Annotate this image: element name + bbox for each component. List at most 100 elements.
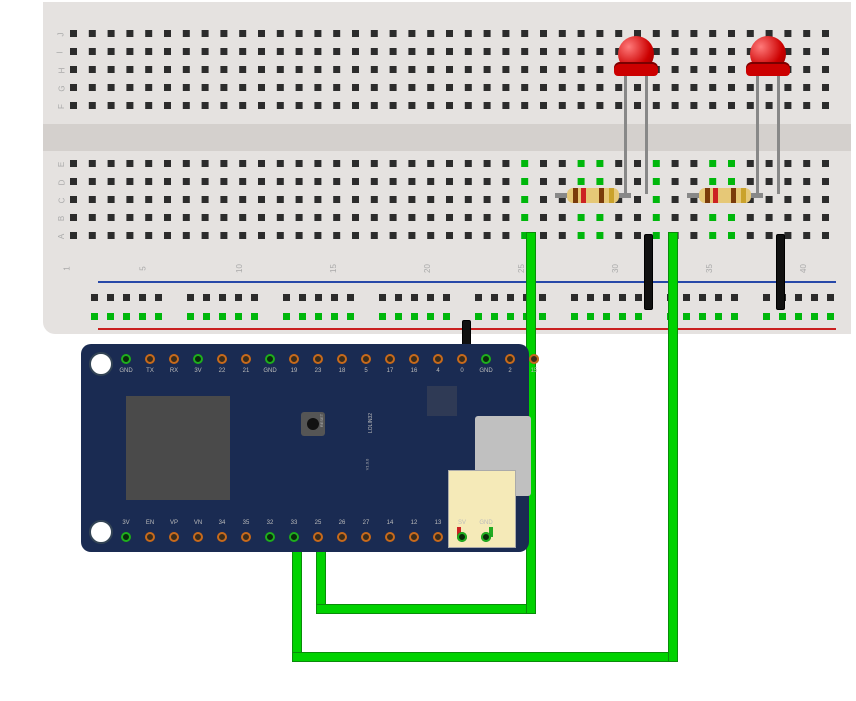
row-label-H: H — [57, 68, 66, 74]
pin-label: 2 — [501, 368, 519, 374]
reset-label: RESET — [319, 414, 324, 427]
mcu-lolin32[interactable]: LOLIN32 V1.0.0 RESET GNDTXRX3V2221GND192… — [81, 344, 529, 552]
led-leg — [624, 74, 627, 194]
led-1[interactable] — [618, 36, 654, 72]
resistor-2[interactable] — [687, 188, 763, 203]
pin-3V[interactable] — [121, 532, 131, 542]
pin-label: 13 — [429, 520, 447, 526]
row-label-B: B — [57, 216, 66, 221]
wire-gnd-1[interactable] — [644, 234, 653, 310]
pin-12[interactable] — [409, 532, 419, 542]
pin-label: 19 — [285, 368, 303, 374]
row-label-J: J — [57, 33, 66, 37]
pin-SV[interactable] — [457, 532, 467, 542]
pin-label: 33 — [285, 520, 303, 526]
col-label-15: 15 — [329, 264, 338, 273]
col-label-30: 30 — [611, 264, 620, 273]
led-rim — [614, 62, 658, 76]
row-label-D: D — [57, 180, 66, 186]
col-label-10: 10 — [235, 264, 244, 273]
col-label-20: 20 — [423, 264, 432, 273]
led-leg — [777, 74, 780, 194]
wire-sig2-seg[interactable] — [292, 652, 678, 662]
col-label-1: 1 — [63, 266, 72, 270]
pin-label: SV — [453, 520, 471, 526]
col-label-35: 35 — [705, 264, 714, 273]
pin-label: GND — [117, 368, 135, 374]
breadboard: J I H G F E D C B A 1 5 10 15 20 25 30 3… — [43, 2, 851, 334]
pin-label: 23 — [309, 368, 327, 374]
pin-26[interactable] — [337, 532, 347, 542]
col-label-25: 25 — [517, 264, 526, 273]
pin-label: 3V — [189, 368, 207, 374]
pin-4[interactable] — [433, 354, 443, 364]
pin-15[interactable] — [529, 354, 539, 364]
pin-21[interactable] — [241, 354, 251, 364]
pin-5[interactable] — [361, 354, 371, 364]
pin-GND[interactable] — [265, 354, 275, 364]
pin-22[interactable] — [217, 354, 227, 364]
pin-18[interactable] — [337, 354, 347, 364]
pin-label: 5 — [357, 368, 375, 374]
pin-32[interactable] — [265, 532, 275, 542]
pin-EN[interactable] — [145, 532, 155, 542]
pin-label: TX — [141, 368, 159, 374]
pin-label: 14 — [381, 520, 399, 526]
mcu-component — [427, 386, 457, 416]
pin-label: 26 — [333, 520, 351, 526]
pin-label: RX — [165, 368, 183, 374]
pin-label: VN — [189, 520, 207, 526]
pin-3V[interactable] — [193, 354, 203, 364]
pin-label: GND — [477, 520, 495, 526]
pin-14[interactable] — [385, 532, 395, 542]
pin-label: VP — [165, 520, 183, 526]
pin-17[interactable] — [385, 354, 395, 364]
pin-label: 22 — [213, 368, 231, 374]
wire-gnd-2[interactable] — [776, 234, 785, 310]
pin-TX[interactable] — [145, 354, 155, 364]
pin-label: 4 — [429, 368, 447, 374]
col-label-40: 40 — [799, 264, 808, 273]
wire-sig1-seg[interactable] — [316, 604, 536, 614]
mount-hole — [89, 352, 113, 376]
pin-VN[interactable] — [193, 532, 203, 542]
wire-sig2-seg[interactable] — [668, 232, 678, 662]
pin-label: GND — [261, 368, 279, 374]
pin-label: 3V — [117, 520, 135, 526]
pin-label: EN — [141, 520, 159, 526]
pin-25[interactable] — [313, 532, 323, 542]
pin-27[interactable] — [361, 532, 371, 542]
pin-13[interactable] — [433, 532, 443, 542]
pin-label: 17 — [381, 368, 399, 374]
mount-hole — [89, 520, 113, 544]
pin-label: 12 — [405, 520, 423, 526]
pin-GND[interactable] — [481, 532, 491, 542]
pin-VP[interactable] — [169, 532, 179, 542]
pin-label: 34 — [213, 520, 231, 526]
pin-0[interactable] — [457, 354, 467, 364]
led-2[interactable] — [750, 36, 786, 72]
pin-23[interactable] — [313, 354, 323, 364]
pin-GND[interactable] — [121, 354, 131, 364]
pin-33[interactable] — [289, 532, 299, 542]
pin-GND[interactable] — [481, 354, 491, 364]
row-label-I: I — [56, 51, 65, 53]
pin-label: GND — [477, 368, 495, 374]
resistor-1[interactable] — [555, 188, 631, 203]
bb-holes — [43, 2, 851, 334]
pin-label: 25 — [309, 520, 327, 526]
pin-2[interactable] — [505, 354, 515, 364]
row-label-E: E — [57, 162, 66, 167]
pin-label: 18 — [333, 368, 351, 374]
pin-RX[interactable] — [169, 354, 179, 364]
pin-19[interactable] — [289, 354, 299, 364]
pin-label: 32 — [261, 520, 279, 526]
pin-34[interactable] — [217, 532, 227, 542]
row-label-A: A — [57, 234, 66, 239]
row-label-C: C — [57, 198, 66, 204]
pin-16[interactable] — [409, 354, 419, 364]
pin-35[interactable] — [241, 532, 251, 542]
pin-label: 21 — [237, 368, 255, 374]
wire-sig2-seg[interactable] — [292, 540, 302, 662]
row-label-G: G — [58, 85, 67, 91]
